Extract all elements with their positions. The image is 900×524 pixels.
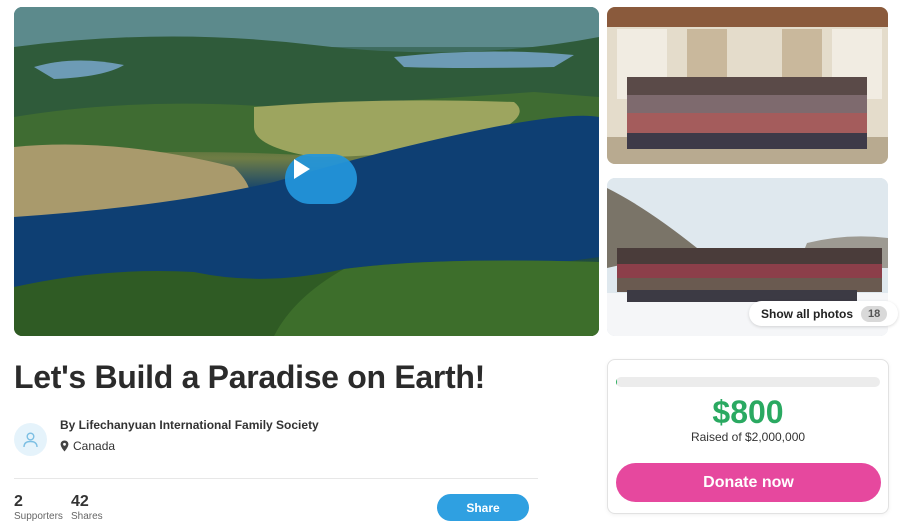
play-icon <box>294 159 310 179</box>
organizer-location: Canada <box>60 439 115 453</box>
hero-video[interactable] <box>14 7 599 336</box>
supporters-label: Supporters <box>14 511 63 522</box>
shares-count: 42 <box>71 493 89 510</box>
share-button[interactable]: Share <box>437 494 529 521</box>
campaign-title: Let's Build a Paradise on Earth! <box>14 359 486 395</box>
goal-text: Raised of $2,000,000 <box>690 430 806 444</box>
photo-thumbnail-group-building[interactable] <box>607 7 888 164</box>
show-all-photos-label: Show all photos <box>761 306 853 321</box>
organizer-avatar <box>14 423 47 456</box>
organizer-name[interactable]: By Lifechanyuan International Family Soc… <box>60 418 319 432</box>
group-photo-image <box>607 7 888 164</box>
location-pin-icon <box>60 440 69 452</box>
supporters-stat: 2 Supporters <box>14 493 63 523</box>
donation-card: $800 Raised of $2,000,000 Donate now <box>607 359 889 514</box>
photo-count-badge: 18 <box>861 305 888 322</box>
donation-progress-bar <box>616 377 880 387</box>
user-icon <box>23 432 38 448</box>
play-button[interactable] <box>285 154 357 204</box>
section-divider <box>14 478 538 479</box>
donate-button[interactable]: Donate now <box>616 463 881 502</box>
raised-amount: $800 <box>712 394 784 430</box>
show-all-photos-button[interactable]: Show all photos 18 <box>749 301 899 326</box>
supporters-count: 2 <box>14 493 23 510</box>
shares-stat: 42 Shares <box>71 493 103 523</box>
location-text: Canada <box>73 439 116 453</box>
shares-label: Shares <box>71 511 103 522</box>
